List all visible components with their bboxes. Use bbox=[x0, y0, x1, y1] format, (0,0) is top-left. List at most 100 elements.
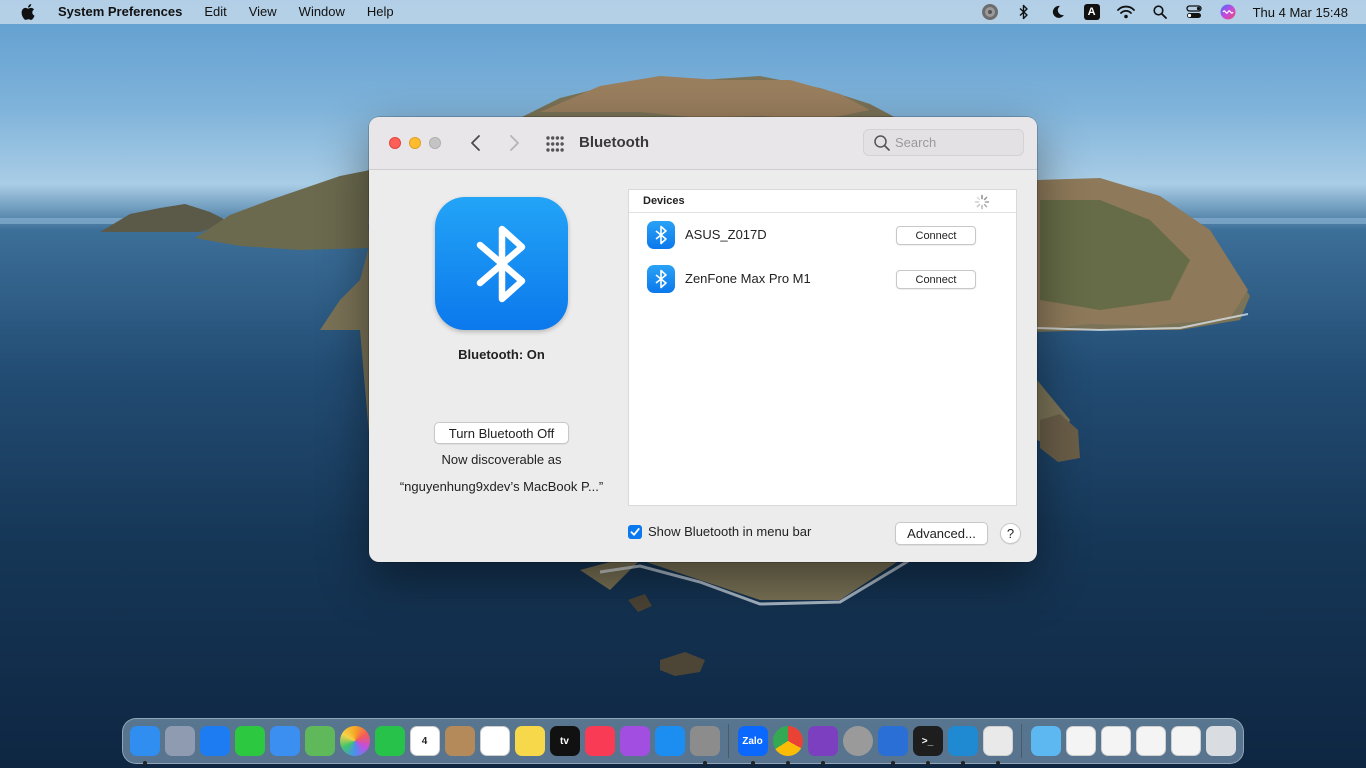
search-input[interactable] bbox=[895, 135, 1015, 150]
loading-spinner-icon bbox=[974, 194, 990, 210]
dock-notes[interactable] bbox=[512, 722, 547, 760]
apple-logo-icon[interactable] bbox=[0, 4, 56, 20]
menu-edit[interactable]: Edit bbox=[193, 0, 237, 24]
user-circle-icon[interactable] bbox=[973, 0, 1007, 24]
bluetooth-preferences-window: Bluetooth Bluetooth: On Turn Bluetooth O… bbox=[369, 117, 1037, 562]
dock-compressor[interactable] bbox=[840, 722, 875, 760]
discoverable-label: Now discoverable as bbox=[441, 452, 562, 467]
help-button[interactable]: ? bbox=[1000, 523, 1021, 544]
zalo-icon-label: Zalo bbox=[742, 735, 763, 747]
dock-github-desktop[interactable] bbox=[805, 722, 840, 765]
menu-window[interactable]: Window bbox=[288, 0, 356, 24]
menu-app-name[interactable]: System Preferences bbox=[56, 0, 193, 24]
window-content: Bluetooth: On Turn Bluetooth Off Now dis… bbox=[369, 170, 1037, 562]
dock-facetime[interactable] bbox=[372, 722, 407, 760]
dock-vscode[interactable] bbox=[945, 722, 980, 765]
wifi-icon[interactable] bbox=[1109, 0, 1143, 24]
connect-button[interactable]: Connect bbox=[896, 270, 976, 289]
dock-zalo[interactable]: Zalo bbox=[735, 722, 770, 765]
dock-document-2[interactable] bbox=[1098, 722, 1133, 760]
device-name: ASUS_Z017D bbox=[685, 227, 767, 242]
connect-button[interactable]: Connect bbox=[896, 226, 976, 245]
dock-finder[interactable] bbox=[127, 722, 162, 765]
show-in-menubar-label[interactable]: Show Bluetooth in menu bar bbox=[648, 524, 811, 539]
input-source-icon[interactable]: A bbox=[1075, 0, 1109, 24]
mail-icon bbox=[269, 726, 300, 756]
notes-icon bbox=[514, 726, 545, 756]
apple-tv-icon: tv bbox=[549, 726, 580, 756]
dock-maps[interactable] bbox=[302, 722, 337, 760]
dock-podcasts[interactable] bbox=[617, 722, 652, 760]
forward-chevron-icon[interactable] bbox=[503, 133, 523, 153]
dock-chrome[interactable] bbox=[770, 722, 805, 765]
terminal-icon: >_ bbox=[912, 726, 943, 756]
dock-downloads-folder[interactable] bbox=[1028, 722, 1063, 760]
spotlight-search-icon[interactable] bbox=[1143, 0, 1177, 24]
menubar-clock[interactable]: Thu 4 Mar 15:48 bbox=[1245, 5, 1366, 20]
dock-photos[interactable] bbox=[337, 722, 372, 760]
dock-document-3[interactable] bbox=[1133, 722, 1168, 760]
dock-launchpad[interactable] bbox=[162, 722, 197, 760]
search-field[interactable] bbox=[863, 129, 1024, 156]
show-all-grid-icon[interactable] bbox=[544, 135, 566, 153]
facetime-icon bbox=[374, 726, 405, 756]
moon-icon[interactable] bbox=[1041, 0, 1075, 24]
close-window-button[interactable] bbox=[389, 137, 401, 149]
dock-terminal[interactable]: >_ bbox=[910, 722, 945, 765]
app-store-icon bbox=[654, 726, 685, 756]
dock-calendar[interactable]: 4 bbox=[407, 722, 442, 760]
dock-apple-tv[interactable]: tv bbox=[547, 722, 582, 760]
dock-music[interactable] bbox=[582, 722, 617, 760]
bluetooth-device-icon bbox=[647, 265, 675, 293]
dock-xcode[interactable] bbox=[875, 722, 910, 765]
dock-system-preferences[interactable] bbox=[687, 722, 722, 765]
show-bluetooth-in-menubar: Show Bluetooth in menu bar bbox=[628, 524, 811, 539]
bluetooth-device-icon bbox=[647, 221, 675, 249]
siri-icon[interactable] bbox=[1211, 0, 1245, 24]
dock-app-store[interactable] bbox=[652, 722, 687, 760]
dock-separator bbox=[1021, 724, 1022, 758]
show-in-menubar-checkbox[interactable] bbox=[628, 524, 642, 539]
dock-printer-utility[interactable] bbox=[980, 722, 1015, 765]
advanced-button[interactable]: Advanced... bbox=[895, 522, 988, 545]
minimize-window-button[interactable] bbox=[409, 137, 421, 149]
device-row[interactable]: ZenFone Max Pro M1 Connect bbox=[629, 257, 1016, 301]
dock-reminders[interactable] bbox=[477, 722, 512, 760]
xcode-icon bbox=[877, 726, 908, 756]
dock-contacts[interactable] bbox=[442, 722, 477, 760]
control-center-icon[interactable] bbox=[1177, 0, 1211, 24]
dock-trash[interactable] bbox=[1203, 722, 1238, 760]
document-3-icon bbox=[1135, 726, 1166, 756]
dock-messages[interactable] bbox=[232, 722, 267, 760]
fullscreen-window-button[interactable] bbox=[429, 137, 441, 149]
document-1-icon bbox=[1065, 726, 1096, 756]
running-indicator bbox=[750, 761, 755, 765]
dock-separator bbox=[728, 724, 729, 758]
device-name-label: “nguyenhung9xdev’s MacBook P...” bbox=[399, 479, 604, 494]
chrome-icon bbox=[772, 726, 803, 756]
calendar-icon: 4 bbox=[409, 726, 440, 756]
launchpad-icon bbox=[164, 726, 195, 756]
running-indicator bbox=[702, 761, 707, 765]
apple-tv-icon-label: tv bbox=[560, 735, 569, 747]
music-icon bbox=[584, 726, 615, 756]
back-chevron-icon[interactable] bbox=[467, 133, 487, 153]
running-indicator bbox=[785, 761, 790, 765]
turn-bluetooth-off-button[interactable]: Turn Bluetooth Off bbox=[434, 422, 569, 444]
github-desktop-icon bbox=[807, 726, 838, 756]
bluetooth-status-label: Bluetooth: On bbox=[458, 347, 545, 362]
window-titlebar: Bluetooth bbox=[369, 117, 1037, 170]
photos-icon bbox=[339, 726, 370, 756]
menu-help[interactable]: Help bbox=[356, 0, 405, 24]
running-indicator bbox=[925, 761, 930, 765]
maps-icon bbox=[304, 726, 335, 756]
menu-view[interactable]: View bbox=[238, 0, 288, 24]
dock-document-1[interactable] bbox=[1063, 722, 1098, 760]
bluetooth-icon[interactable] bbox=[1007, 0, 1041, 24]
dock-safari[interactable] bbox=[197, 722, 232, 760]
dock-mail[interactable] bbox=[267, 722, 302, 760]
dock-document-4[interactable] bbox=[1168, 722, 1203, 760]
device-name: ZenFone Max Pro M1 bbox=[685, 271, 811, 286]
compressor-icon bbox=[842, 726, 873, 756]
device-row[interactable]: ASUS_Z017D Connect bbox=[629, 213, 1016, 257]
